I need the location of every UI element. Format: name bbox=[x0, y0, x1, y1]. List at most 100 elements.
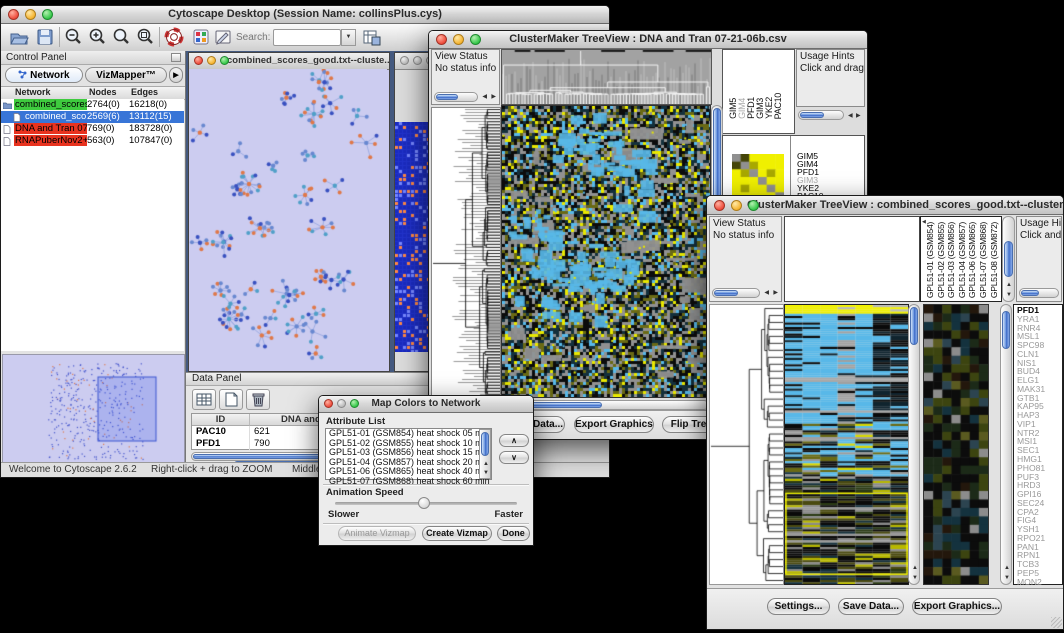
scroll-left-icon[interactable]: ◀ bbox=[848, 112, 853, 120]
scroll-up-icon[interactable]: ▲ bbox=[1004, 564, 1010, 572]
gene-label[interactable]: NIS1 bbox=[1017, 359, 1062, 368]
scroll-thumb[interactable] bbox=[714, 290, 738, 296]
animate-vizmap-button[interactable]: Animate Vizmap bbox=[338, 526, 416, 541]
open-file-icon[interactable] bbox=[9, 27, 29, 47]
zoom-window-icon[interactable] bbox=[470, 34, 481, 45]
gene-label[interactable]: VIP1 bbox=[1017, 420, 1062, 429]
tv2-heat-vscrollbar[interactable]: ▲ ▼ bbox=[908, 304, 920, 585]
attribute-list-vscrollbar[interactable]: ▲ ▼ bbox=[479, 429, 491, 479]
help-lifering-icon[interactable] bbox=[164, 27, 184, 47]
scroll-down-icon[interactable]: ▼ bbox=[1006, 291, 1012, 299]
scroll-thumb[interactable] bbox=[481, 432, 489, 456]
close-icon[interactable] bbox=[400, 56, 409, 65]
import-table-icon[interactable] bbox=[361, 27, 381, 47]
zoom-window-icon[interactable] bbox=[748, 200, 759, 211]
tv1-column-dendrogram-canvas[interactable] bbox=[501, 49, 712, 105]
zoom-in-icon[interactable] bbox=[87, 27, 107, 47]
tv2-hints-hscrollbar[interactable] bbox=[1019, 288, 1059, 298]
scroll-left-icon[interactable]: ◀ bbox=[764, 289, 769, 297]
attribute-list-item[interactable]: GPL51-06 (GSM865) heat shock 40 min bbox=[326, 467, 491, 477]
gene-label[interactable]: BUD4 bbox=[1017, 367, 1062, 376]
zoom-fit-icon[interactable] bbox=[135, 27, 155, 47]
tv1-mini-heatmap-canvas[interactable] bbox=[732, 154, 784, 200]
network-row[interactable]: combined_sco2569(6)13112(15) bbox=[1, 111, 184, 123]
gene-label[interactable]: RPN1 bbox=[1017, 551, 1062, 560]
tv1-hints-hscrollbar[interactable] bbox=[798, 110, 844, 120]
gene-label[interactable]: RNR4 bbox=[1017, 324, 1062, 333]
scroll-down-icon[interactable]: ▼ bbox=[483, 469, 489, 477]
gene-label[interactable]: PAN1 bbox=[1017, 543, 1062, 552]
minimize-icon[interactable] bbox=[337, 399, 346, 408]
gene-label[interactable]: PHO81 bbox=[1017, 464, 1062, 473]
treeview1-titlebar[interactable]: ClusterMaker TreeView : DNA and Tran 07-… bbox=[429, 31, 867, 49]
gene-label[interactable]: KAP95 bbox=[1017, 402, 1062, 411]
done-button[interactable]: Done bbox=[497, 526, 530, 541]
minimize-icon[interactable] bbox=[25, 9, 36, 20]
gene-label[interactable]: FIG4 bbox=[1017, 516, 1062, 525]
gene-label[interactable]: HRD3 bbox=[1017, 481, 1062, 490]
gene-label[interactable]: ELG1 bbox=[1017, 376, 1062, 385]
gene-label[interactable]: HAP3 bbox=[1017, 411, 1062, 420]
tv2-global-heatmap-canvas[interactable] bbox=[784, 304, 909, 585]
table-mode-icon[interactable] bbox=[192, 389, 216, 410]
cell-id[interactable]: PAC10 bbox=[192, 426, 250, 438]
minimize-icon[interactable] bbox=[413, 56, 422, 65]
gene-label[interactable]: SEC24 bbox=[1017, 499, 1062, 508]
minimize-icon[interactable] bbox=[207, 56, 216, 65]
scroll-left-icon[interactable]: ◀ bbox=[482, 93, 487, 101]
gene-label[interactable]: PUF3 bbox=[1017, 473, 1062, 482]
search-input[interactable] bbox=[273, 29, 341, 46]
close-icon[interactable] bbox=[436, 34, 447, 45]
gene-label[interactable]: TCB3 bbox=[1017, 560, 1062, 569]
network-view-titlebar[interactable]: combined_scores_good.txt--cluste... bbox=[189, 53, 389, 70]
network-row[interactable]: combined_scores2764(0)16218(0) bbox=[1, 99, 184, 111]
network-row[interactable]: DNA and Tran 07769(0)183728(0) bbox=[1, 123, 184, 135]
network-row[interactable]: RNAPuberNov2+563(0)107847(0) bbox=[1, 135, 184, 147]
tv1-status-hscrollbar[interactable] bbox=[434, 92, 478, 102]
zoom-window-icon[interactable] bbox=[350, 399, 359, 408]
delete-attribute-trash-icon[interactable] bbox=[246, 389, 270, 410]
attribute-list-item[interactable]: GPL51-04 (GSM857) heat shock 20 min bbox=[326, 458, 491, 468]
close-icon[interactable] bbox=[324, 399, 333, 408]
tab-network[interactable]: Network bbox=[5, 67, 83, 83]
zoom-window-icon[interactable] bbox=[42, 9, 53, 20]
gene-label[interactable]: PEP5 bbox=[1017, 569, 1062, 578]
scroll-down-icon[interactable]: ▼ bbox=[1004, 574, 1010, 582]
new-attribute-icon[interactable] bbox=[219, 389, 243, 410]
gene-label[interactable]: PFD1 bbox=[1017, 306, 1062, 315]
export-graphics-button[interactable]: Export Graphics... bbox=[912, 598, 1002, 615]
gene-label[interactable]: HMG1 bbox=[1017, 455, 1062, 464]
gene-label[interactable]: CPA2 bbox=[1017, 508, 1062, 517]
tv1-row-dendrogram-canvas[interactable] bbox=[431, 107, 501, 400]
scroll-thumb[interactable] bbox=[910, 307, 918, 345]
gene-label[interactable]: GPI16 bbox=[1017, 490, 1062, 499]
save-icon[interactable] bbox=[35, 27, 55, 47]
gene-label[interactable]: MSI1 bbox=[1017, 437, 1062, 446]
zoom-window-icon[interactable] bbox=[220, 56, 229, 65]
tv2-zoom-heatmap-canvas[interactable] bbox=[923, 304, 989, 585]
gene-label[interactable]: MON2 bbox=[1017, 578, 1062, 587]
scroll-right-icon[interactable]: ▶ bbox=[856, 112, 861, 120]
search-dropdown-arrow-icon[interactable]: ▼ bbox=[341, 29, 356, 46]
gene-label[interactable]: SPC98 bbox=[1017, 341, 1062, 350]
attribute-list-item[interactable]: GPL51-02 (GSM855) heat shock 10 min bbox=[326, 439, 491, 449]
close-icon[interactable] bbox=[714, 200, 725, 211]
network-nodes-icon[interactable] bbox=[191, 27, 211, 47]
gene-label[interactable]: RPO21 bbox=[1017, 534, 1062, 543]
gene-label[interactable]: YSH1 bbox=[1017, 525, 1062, 534]
export-graphics-button[interactable]: Export Graphics... bbox=[574, 416, 654, 433]
zoom-selected-icon[interactable] bbox=[111, 27, 131, 47]
move-up-button[interactable]: ∧ bbox=[499, 434, 529, 447]
scroll-right-icon[interactable]: ▶ bbox=[491, 93, 496, 101]
save-data-button[interactable]: Save Data... bbox=[838, 598, 904, 615]
dialog-titlebar[interactable]: Map Colors to Network bbox=[319, 396, 533, 413]
slider-thumb[interactable] bbox=[418, 497, 430, 509]
scroll-thumb[interactable] bbox=[1002, 311, 1010, 349]
column-header-id[interactable]: ID bbox=[192, 414, 250, 426]
gene-label[interactable]: MSL1 bbox=[1017, 332, 1062, 341]
create-vizmap-button[interactable]: Create Vizmap bbox=[422, 526, 492, 541]
attribute-list-item[interactable]: GPL51-01 (GSM854) heat shock 05 min bbox=[326, 429, 491, 439]
treeview2-titlebar[interactable]: ClusterMaker TreeView : combined_scores_… bbox=[707, 196, 1063, 215]
minimize-icon[interactable] bbox=[731, 200, 742, 211]
scroll-up-icon[interactable]: ▲ bbox=[483, 460, 489, 468]
